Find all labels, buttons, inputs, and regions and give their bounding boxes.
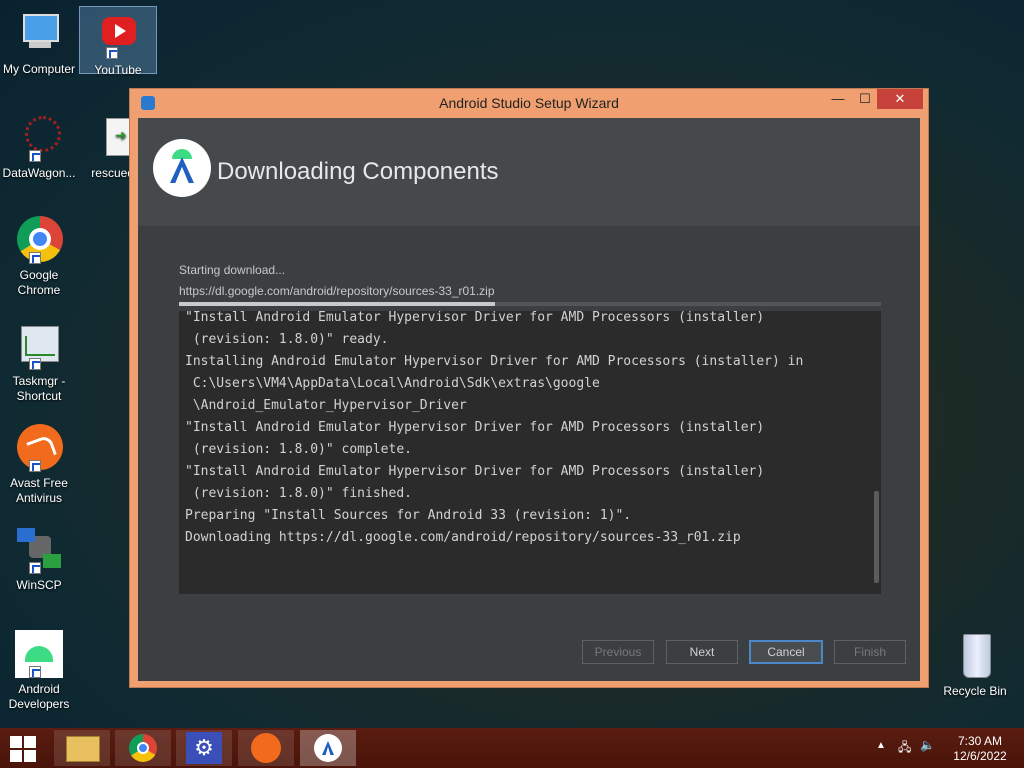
chrome-icon bbox=[15, 216, 63, 264]
show-hidden-icons-chevron-icon[interactable]: ▲ bbox=[876, 740, 886, 751]
taskbar-chrome[interactable] bbox=[115, 730, 171, 766]
clock-date: 12/6/2022 bbox=[953, 749, 1007, 763]
youtube-icon bbox=[94, 11, 142, 59]
log-scrollbar[interactable] bbox=[874, 491, 879, 583]
desktop-icon-datawagon[interactable]: DataWagon... bbox=[1, 114, 77, 181]
download-url: https://dl.google.com/android/repository… bbox=[179, 284, 495, 298]
desktop-icon-label: DataWagon... bbox=[2, 166, 76, 180]
desktop-icon-avast[interactable]: Avast Free Antivirus bbox=[1, 424, 77, 506]
avast-icon bbox=[251, 733, 281, 763]
android-studio-icon bbox=[314, 734, 342, 762]
previous-button[interactable]: Previous bbox=[582, 640, 654, 664]
page-title: Downloading Components bbox=[217, 158, 499, 185]
start-button[interactable] bbox=[10, 736, 36, 762]
desktop-icon-youtube[interactable]: YouTube bbox=[79, 6, 157, 77]
desktop-icon-label: My Computer bbox=[2, 62, 76, 76]
recycle-bin-icon bbox=[951, 632, 999, 680]
desktop-icon-label: Google Chrome bbox=[17, 268, 61, 297]
taskbar-settings[interactable]: ⚙ bbox=[176, 730, 232, 766]
desktop-icon-label: Recycle Bin bbox=[943, 684, 1007, 698]
desktop-icon-label: Android Developers bbox=[8, 682, 70, 711]
desktop-icon-google-chrome[interactable]: Google Chrome bbox=[1, 216, 77, 298]
android-studio-logo-icon bbox=[153, 139, 211, 197]
file-icon: ➜ bbox=[82, 114, 134, 162]
setup-wizard-window: Android Studio Setup Wizard — ☐ ✕ Downlo… bbox=[129, 88, 929, 688]
download-status: Starting download... bbox=[179, 263, 286, 277]
install-log-text: "Install Android Emulator Hypervisor Dri… bbox=[185, 311, 804, 545]
desktop-icon-label: rescued bbox=[91, 166, 134, 180]
desktop-icon-recycle-bin[interactable]: Recycle Bin bbox=[936, 632, 1014, 699]
taskbar: ⚙ ▲ 🖧 🔈 7:30 AM 12/6/2022 bbox=[0, 728, 1024, 768]
desktop-icon-label: WinSCP bbox=[16, 578, 62, 592]
window-title: Android Studio Setup Wizard bbox=[439, 95, 619, 111]
wizard-header: Downloading Components bbox=[138, 118, 920, 226]
desktop-icon-label: Avast Free Antivirus bbox=[10, 476, 68, 505]
clock-time: 7:30 AM bbox=[957, 734, 1003, 748]
avast-icon bbox=[15, 424, 63, 472]
android-icon bbox=[15, 630, 63, 678]
winscp-icon bbox=[15, 526, 63, 574]
desktop-icon-android-developers[interactable]: Android Developers bbox=[1, 630, 77, 712]
desktop-icon-taskmgr[interactable]: Taskmgr - Shortcut bbox=[1, 322, 77, 404]
network-icon[interactable]: 🖧 bbox=[898, 738, 911, 759]
taskbar-android-studio[interactable] bbox=[300, 730, 356, 766]
close-button[interactable]: ✕ bbox=[877, 89, 923, 109]
system-clock[interactable]: 7:30 AM 12/6/2022 bbox=[940, 734, 1020, 764]
gear-icon: ⚙ bbox=[186, 732, 222, 764]
desktop-icon-rescued[interactable]: ➜ rescued bbox=[78, 114, 134, 181]
progress-fill bbox=[179, 302, 495, 306]
next-button[interactable]: Next bbox=[666, 640, 738, 664]
finish-button[interactable]: Finish bbox=[834, 640, 906, 664]
folder-icon bbox=[66, 736, 100, 762]
computer-icon bbox=[15, 10, 63, 58]
download-progress-bar bbox=[179, 302, 881, 306]
taskbar-file-explorer[interactable] bbox=[54, 730, 110, 766]
desktop-icon-label: Taskmgr - Shortcut bbox=[12, 374, 66, 403]
datawagon-icon bbox=[15, 114, 63, 162]
volume-icon[interactable]: 🔈 bbox=[920, 738, 935, 752]
desktop-icon-label: YouTube bbox=[94, 63, 142, 77]
desktop-icon-winscp[interactable]: WinSCP bbox=[1, 526, 77, 593]
desktop-icon-my-computer[interactable]: My Computer bbox=[1, 10, 77, 77]
cancel-button[interactable]: Cancel bbox=[749, 640, 823, 664]
taskbar-avast[interactable] bbox=[238, 730, 294, 766]
maximize-button[interactable]: ☐ bbox=[850, 89, 880, 109]
wizard-content: Downloading Components Starting download… bbox=[138, 118, 920, 681]
minimize-button[interactable]: — bbox=[823, 89, 853, 109]
install-log[interactable]: "Install Android Emulator Hypervisor Dri… bbox=[179, 311, 881, 594]
task-manager-icon bbox=[15, 322, 63, 370]
title-bar[interactable]: Android Studio Setup Wizard — ☐ ✕ bbox=[130, 89, 928, 117]
